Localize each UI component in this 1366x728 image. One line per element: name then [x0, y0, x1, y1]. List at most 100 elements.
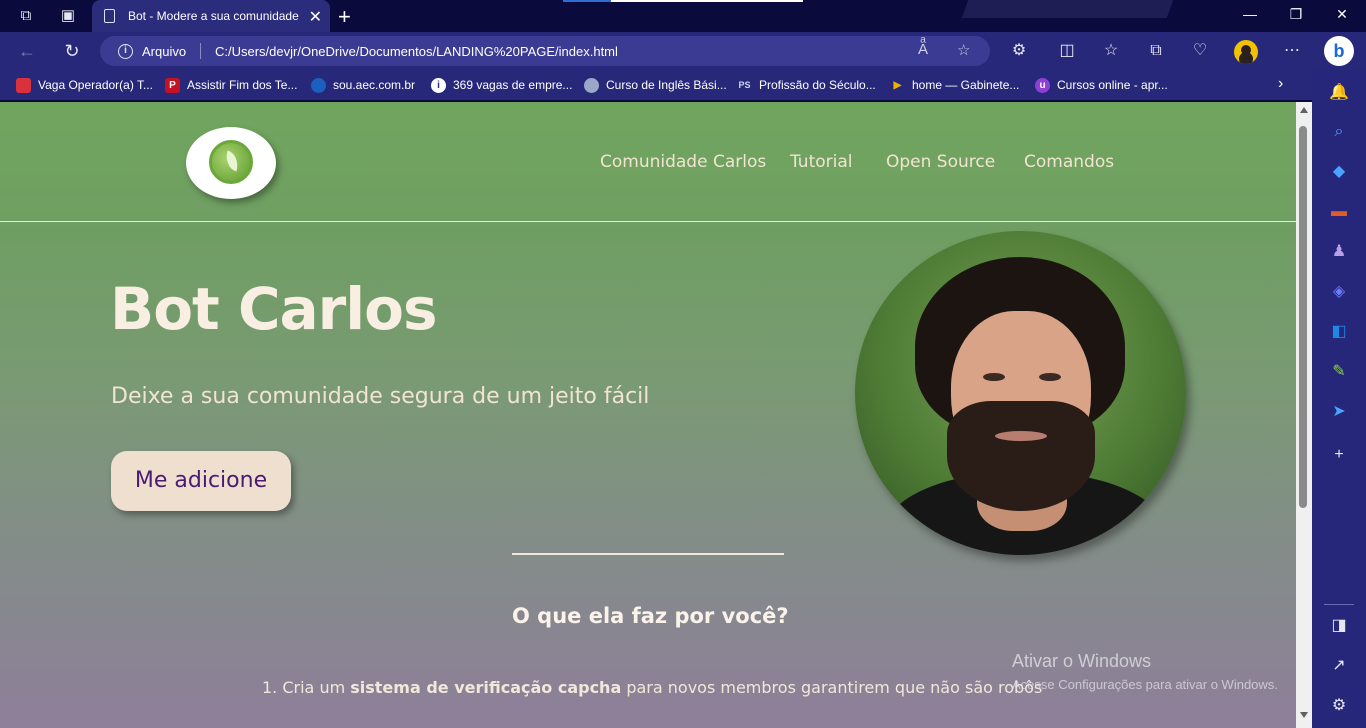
bookmark-label: Assistir Fim dos Te... [187, 78, 298, 92]
section-title: O que ela faz por você? [512, 604, 789, 628]
microsoft365-icon[interactable]: ◈ [1329, 282, 1349, 302]
aec-logo-icon [311, 77, 326, 93]
designer-icon[interactable]: ✎ [1329, 362, 1349, 382]
tab-actions-icon[interactable]: ▣ [58, 6, 78, 26]
more-menu-icon[interactable]: ⋯ [1281, 40, 1303, 62]
windows-activation-title: Ativar o Windows [1012, 651, 1152, 671]
scroll-up-arrow-icon[interactable] [1300, 107, 1308, 113]
page-scrollbar[interactable] [1296, 102, 1312, 728]
restore-button[interactable]: ❐ [1286, 6, 1306, 23]
photo-beard [947, 401, 1095, 511]
page-viewport: Comunidade Carlos Tutorial Open Source C… [0, 102, 1296, 728]
open-external-icon[interactable]: ↗ [1329, 656, 1349, 676]
bookmark-item[interactable]: Curso de Inglês Bási... [584, 77, 727, 93]
play-icon: ▶ [893, 79, 902, 91]
bookmark-label: Curso de Inglês Bási... [606, 78, 727, 92]
feature-item: 1. Cria um sistema de verificação capcha… [262, 678, 1042, 697]
bookmark-item[interactable]: i 369 vagas de empre... [431, 77, 572, 93]
bookmark-item[interactable]: PS Profissão do Século... [737, 77, 876, 93]
hero-subtitle: Deixe a sua comunidade segura de um jeit… [111, 384, 650, 409]
bookmark-item[interactable]: sou.aec.com.br [311, 77, 415, 93]
p-logo-icon: P [165, 77, 180, 93]
chevron-right-icon[interactable]: › [1278, 75, 1283, 93]
photo-mouth [995, 431, 1047, 441]
new-tab-button[interactable]: + [338, 4, 351, 30]
copilot-icon[interactable]: b [1324, 36, 1354, 66]
feature-highlight: sistema de verificação capcha [350, 678, 622, 697]
scroll-down-arrow-icon[interactable] [1300, 712, 1308, 718]
sidebar-toggle-icon[interactable]: ◨ [1329, 616, 1349, 636]
photo-eye-right [1039, 373, 1061, 381]
site-logo[interactable] [186, 127, 276, 199]
profile-photo [855, 231, 1186, 555]
bookmarks-bar: Vaga Operador(a) T... P Assistir Fim dos… [0, 70, 1312, 100]
hero-title: Bot Carlos [110, 275, 438, 343]
address-bar[interactable]: i Arquivo C:/Users/devjr/OneDrive/Docume… [100, 36, 990, 66]
nav-link-comunidade[interactable]: Comunidade Carlos [600, 152, 766, 172]
tag-icon[interactable]: ◆ [1329, 162, 1349, 182]
outlook-icon[interactable]: ◧ [1329, 322, 1349, 342]
favorites-icon[interactable]: ☆ [1100, 40, 1122, 62]
globe-icon [584, 77, 599, 93]
collections-icon[interactable]: ⧉ [1145, 40, 1167, 62]
bookmark-item[interactable]: Vaga Operador(a) T... [16, 77, 153, 93]
send-icon[interactable]: ➤ [1329, 402, 1349, 422]
browser-titlebar: ⧉ ▣ Bot - Modere a sua comunidade ✕ + — … [0, 0, 1366, 32]
info-icon: i [431, 77, 446, 93]
browser-essentials-icon[interactable]: ♡ [1189, 40, 1211, 62]
extensions-icon[interactable]: ⚙ [1008, 40, 1030, 62]
bookmark-label: Cursos online - apr... [1057, 78, 1168, 92]
flag-icon [16, 77, 31, 93]
edge-sidebar: 🔔 ⌕ ◆ ▬ ♟ ◈ ◧ ✎ ➤ + ◨ ↗ ⚙ [1312, 70, 1366, 728]
titlebar-decoration-shape [961, 0, 1174, 18]
browser-toolbar: ← ↻ i Arquivo C:/Users/devjr/OneDrive/Do… [0, 32, 1366, 70]
close-window-button[interactable]: ✕ [1332, 6, 1352, 23]
ps-logo-icon: PS [738, 79, 751, 90]
leaf-icon [209, 140, 253, 184]
workspaces-icon[interactable]: ⧉ [16, 6, 36, 26]
bookmark-label: 369 vagas de empre... [453, 78, 573, 92]
windows-activation-subtitle: Acesse Configurações para ativar o Windo… [1012, 677, 1278, 692]
page-icon [104, 9, 115, 23]
udemy-icon: u [1035, 77, 1050, 93]
address-scheme-label: Arquivo [142, 44, 187, 59]
nav-link-open-source[interactable]: Open Source [886, 152, 995, 172]
address-separator [200, 43, 201, 59]
photo-eye-left [983, 373, 1005, 381]
scroll-thumb[interactable] [1299, 126, 1307, 508]
bell-icon[interactable]: 🔔 [1329, 83, 1349, 103]
read-aloud-icon[interactable]: Aͣ [918, 41, 928, 58]
bookmark-item[interactable]: P Assistir Fim dos Te... [165, 77, 297, 93]
tab-title: Bot - Modere a sua comunidade [128, 9, 299, 23]
profile-avatar[interactable] [1234, 40, 1258, 64]
close-tab-icon[interactable]: ✕ [309, 7, 322, 27]
minimize-button[interactable]: — [1240, 6, 1260, 22]
address-url[interactable]: C:/Users/devjr/OneDrive/Documentos/LANDI… [215, 44, 618, 59]
site-header: Comunidade Carlos Tutorial Open Source C… [0, 102, 1296, 222]
bookmark-label: Profissão do Século... [759, 78, 876, 92]
browser-tab[interactable]: Bot - Modere a sua comunidade ✕ [92, 0, 330, 32]
nav-link-comandos[interactable]: Comandos [1024, 152, 1114, 172]
feature-prefix: 1. Cria um [262, 678, 351, 697]
favorite-star-icon[interactable]: ☆ [957, 41, 970, 59]
gear-icon[interactable]: ⚙ [1329, 696, 1349, 716]
sidebar-divider [1324, 604, 1354, 605]
add-bot-button[interactable]: Me adicione [111, 451, 291, 511]
split-screen-icon[interactable]: ◫ [1056, 40, 1078, 62]
toolbox-icon[interactable]: ▬ [1329, 202, 1349, 222]
section-divider [512, 553, 784, 555]
site-info-icon[interactable]: i [118, 44, 133, 59]
search-icon[interactable]: ⌕ [1329, 122, 1349, 142]
reload-button[interactable]: ↻ [61, 40, 83, 62]
feature-suffix: para novos membros garantirem que não sã… [621, 678, 1043, 697]
bookmark-item[interactable]: ▶ home — Gabinete... [890, 77, 1020, 93]
bookmark-label: sou.aec.com.br [333, 78, 416, 92]
back-button[interactable]: ← [16, 40, 38, 62]
titlebar-decoration-accent [563, 0, 611, 2]
nav-link-tutorial[interactable]: Tutorial [790, 152, 853, 172]
add-icon[interactable]: + [1329, 445, 1349, 465]
games-icon[interactable]: ♟ [1329, 242, 1349, 262]
bookmark-item[interactable]: u Cursos online - apr... [1035, 77, 1168, 93]
bookmark-label: home — Gabinete... [912, 78, 1020, 92]
bookmark-label: Vaga Operador(a) T... [38, 78, 153, 92]
